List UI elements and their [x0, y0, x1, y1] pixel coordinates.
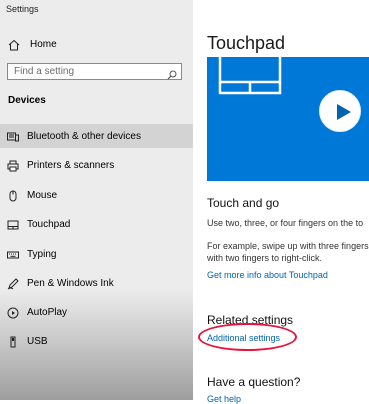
touchpad-video-thumbnail[interactable]: [207, 57, 369, 181]
keyboard-icon: [7, 248, 19, 260]
touchpad-illustration-icon: [218, 57, 282, 95]
play-button[interactable]: [319, 90, 361, 132]
sidebar-item-bluetooth[interactable]: Bluetooth & other devices: [0, 124, 193, 148]
search-icon[interactable]: [167, 67, 177, 79]
mouse-icon: [7, 189, 19, 202]
sidebar-item-autoplay[interactable]: AutoPlay: [0, 300, 193, 324]
get-help-link[interactable]: Get help: [207, 394, 241, 404]
sidebar-item-label: Typing: [27, 248, 57, 260]
sidebar-item-label: Bluetooth & other devices: [27, 130, 141, 142]
usb-icon: [7, 335, 19, 348]
home-nav[interactable]: Home: [0, 34, 193, 54]
touch-description: Use two, three, or four fingers on the t…: [207, 218, 364, 228]
touch-example-line1: For example, swipe up with three fingers: [207, 241, 369, 251]
sidebar-item-typing[interactable]: Typing: [0, 242, 193, 266]
sidebar-item-label: Printers & scanners: [27, 159, 115, 171]
touch-and-go-heading: Touch and go: [207, 196, 280, 210]
annotation-highlight: [198, 323, 297, 351]
sidebar-item-usb[interactable]: USB: [0, 329, 193, 353]
sidebar: Settings Home Find a setting Devices Blu…: [0, 0, 193, 400]
play-icon: [337, 104, 351, 120]
window-title: Settings: [6, 4, 39, 14]
printer-icon: [7, 159, 19, 172]
page-title: Touchpad: [207, 33, 286, 53]
touchpad-info-link[interactable]: Get more info about Touchpad: [207, 270, 328, 280]
sidebar-item-touchpad[interactable]: Touchpad: [0, 212, 193, 236]
sidebar-item-printers[interactable]: Printers & scanners: [0, 153, 193, 177]
search-placeholder: Find a setting: [14, 66, 75, 77]
have-a-question-heading: Have a question?: [207, 375, 301, 389]
main-content: Touchpad Touch and go Use two, three, or…: [193, 0, 369, 404]
sidebar-item-pen[interactable]: Pen & Windows Ink: [0, 271, 193, 295]
bluetooth-devices-icon: [7, 130, 19, 142]
touch-example-line2: with two fingers to right-click.: [207, 253, 323, 263]
touchpad-icon: [7, 218, 19, 230]
pen-icon: [7, 277, 19, 290]
sidebar-item-label: Touchpad: [27, 218, 71, 230]
home-label: Home: [30, 38, 57, 50]
sidebar-item-label: Pen & Windows Ink: [27, 277, 114, 289]
sidebar-item-label: AutoPlay: [27, 306, 68, 318]
autoplay-icon: [7, 306, 19, 319]
sidebar-item-label: Mouse: [27, 189, 58, 201]
sidebar-item-label: USB: [27, 335, 48, 347]
section-label-devices: Devices: [8, 95, 46, 106]
home-icon: [8, 38, 20, 51]
search-input[interactable]: Find a setting: [7, 63, 182, 80]
sidebar-item-mouse[interactable]: Mouse: [0, 183, 193, 207]
